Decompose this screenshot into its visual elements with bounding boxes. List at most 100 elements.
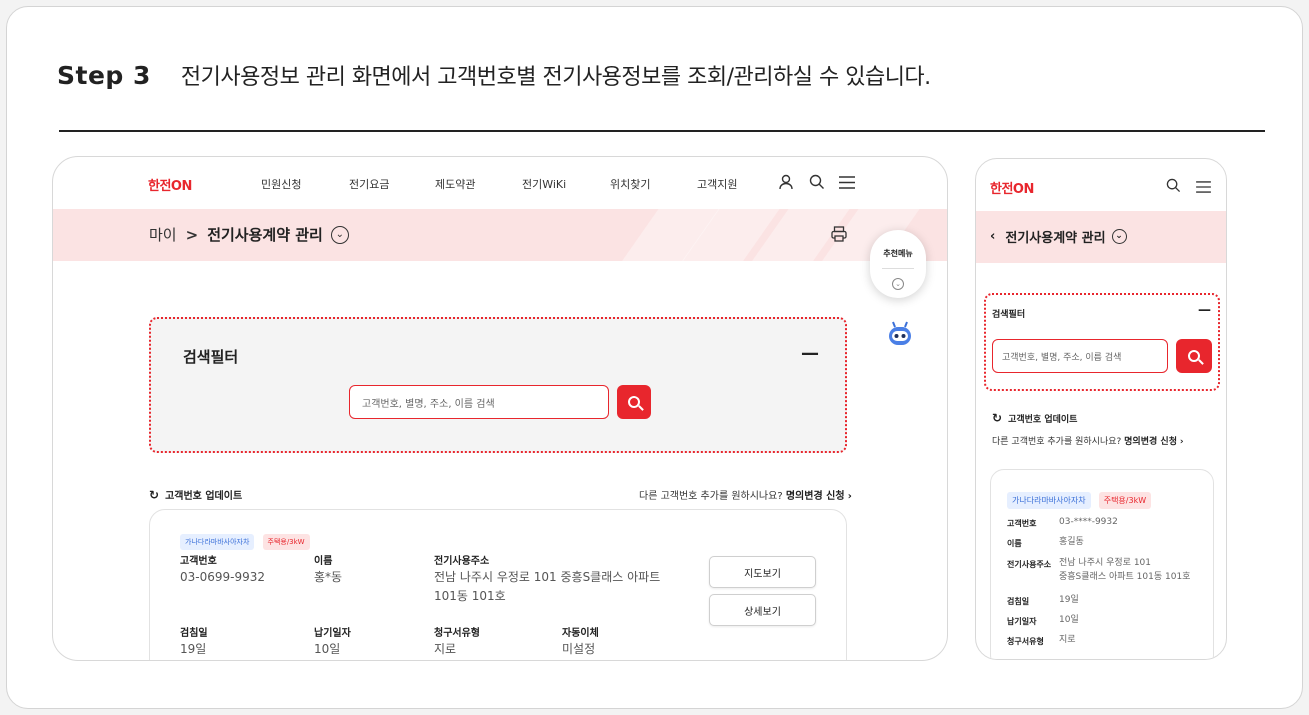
chevron-down-icon[interactable]: ⌄ <box>330 225 349 244</box>
nickname-badge: 가나다라마바사아자차 <box>1007 492 1091 509</box>
name-label: 이름 <box>314 556 333 567</box>
search-icon[interactable] <box>809 174 825 193</box>
filter-title: 검색필터 <box>183 348 239 366</box>
search-input[interactable]: 고객번호, 별명, 주소, 이름 검색 <box>992 339 1168 373</box>
name-change-request[interactable]: 다른 고객번호 추가를 원하시나요? 명의변경 신청 › <box>992 434 1184 447</box>
logo-text: 한전 <box>148 179 171 194</box>
request-question: 다른 고객번호 추가를 원하시나요? <box>992 437 1122 447</box>
customer-card: 가나다라마바사아자차 주택용/3kW 고객번호 03-0699-9932 이름 … <box>149 509 847 660</box>
contract-type-badge: 주택용/3kW <box>262 534 310 550</box>
mobile-breadcrumb-band: ‹ 전기사용계약 관리 ⌄ <box>976 211 1226 263</box>
logo-on: ON <box>1012 182 1034 197</box>
auto-pay-value: 미설정 <box>562 642 596 656</box>
name-change-request[interactable]: 다른 고객번호 추가를 원하시나요? 명의변경 신청 › <box>639 487 852 502</box>
refresh-icon: ↻ <box>149 487 160 502</box>
desktop-screen: 한전ON 민원신청 전기요금 제도약관 전기WiKi 위치찾기 고객지원 마이 … <box>52 156 948 661</box>
print-icon[interactable] <box>831 226 847 245</box>
step-header: Step 3 전기사용정보 관리 화면에서 고객번호별 전기사용정보를 조회/관… <box>57 59 931 91</box>
breadcrumb-current: 전기사용계약 관리 <box>1005 231 1106 246</box>
desktop-nav: 한전ON 민원신청 전기요금 제도약관 전기WiKi 위치찾기 고객지원 <box>53 157 947 209</box>
nickname-badge: 가나다라마바사아자차 <box>180 534 255 550</box>
collapse-icon[interactable]: — <box>1198 303 1211 318</box>
nav-item-wiki[interactable]: 전기WiKi <box>522 176 566 192</box>
breadcrumb-current: 전기사용계약 관리 <box>207 226 323 244</box>
nav-item-terms[interactable]: 제도약관 <box>435 176 475 192</box>
badge-row: 가나다라마바사아자차 주택용/3kW <box>180 529 313 550</box>
search-icon <box>628 396 640 408</box>
logo-text: 한전 <box>990 182 1013 197</box>
customer-no-label: 고객번호 <box>180 556 217 567</box>
detail-view-button[interactable]: 상세보기 <box>709 594 816 626</box>
customer-update-link[interactable]: ↻ 고객번호 업데이트 <box>992 411 1077 425</box>
address-value: 전남 나주시 우정로 101 중흥S클래스 아파트 101동 101호 <box>434 570 661 603</box>
breadcrumb: 마이 > 전기사용계약 관리 ⌄ <box>149 224 349 245</box>
search-button[interactable] <box>617 385 651 419</box>
back-icon[interactable]: ‹ <box>990 229 995 244</box>
address-label: 전기사용주소 <box>1007 560 1052 569</box>
address-line2: 중흥S클래스 아파트 101동 101호 <box>1059 572 1191 582</box>
request-link[interactable]: 명의변경 신청 <box>1124 437 1177 447</box>
bill-type-label: 청구서유형 <box>1007 637 1044 646</box>
breadcrumb-band: 마이 > 전기사용계약 관리 ⌄ <box>53 209 947 261</box>
search-input[interactable]: 고객번호, 별명, 주소, 이름 검색 <box>349 385 609 419</box>
recommend-menu-widget[interactable]: 추천메뉴 ⌄ <box>870 230 926 298</box>
due-day-label: 납기일자 <box>1007 617 1037 626</box>
chevron-right-icon: › <box>1179 437 1184 447</box>
breadcrumb-separator: > <box>185 225 199 244</box>
nav-item-rates[interactable]: 전기요금 <box>349 176 389 192</box>
search-icon[interactable] <box>1166 178 1181 196</box>
bill-type-value: 지로 <box>1059 635 1076 645</box>
kepco-on-logo[interactable]: 한전ON <box>148 175 192 194</box>
meter-day-value: 19일 <box>180 642 207 656</box>
hamburger-icon[interactable] <box>1196 180 1211 196</box>
request-link[interactable]: 명의변경 신청 <box>786 491 845 502</box>
update-label: 고객번호 업데이트 <box>165 491 243 502</box>
customer-no-value: 03-0699-9932 <box>180 570 266 584</box>
customer-no-label: 고객번호 <box>1007 519 1037 528</box>
contract-type-badge: 주택용/3kW <box>1098 492 1152 509</box>
breadcrumb-parent[interactable]: 마이 <box>149 224 177 245</box>
mobile-customer-card: 가나다라마바사아자차 주택용/3kW 고객번호 03-****-9932 이름 … <box>990 469 1214 659</box>
refresh-icon: ↻ <box>992 411 1003 425</box>
kepco-on-logo[interactable]: 한전ON <box>990 178 1034 197</box>
hamburger-icon[interactable] <box>839 176 855 192</box>
search-filter-panel: 검색필터 — 고객번호, 별명, 주소, 이름 검색 <box>149 317 847 453</box>
recommend-menu-label: 추천메뉴 <box>883 249 913 258</box>
meter-day-label: 검침일 <box>1007 597 1030 606</box>
collapse-icon[interactable]: — <box>801 343 819 364</box>
map-view-button[interactable]: 지도보기 <box>709 556 816 588</box>
step-description: 전기사용정보 관리 화면에서 고객번호별 전기사용정보를 조회/관리하실 수 있… <box>180 65 931 90</box>
chevron-down-icon[interactable]: ⌄ <box>1111 229 1127 244</box>
user-icon[interactable] <box>779 174 793 193</box>
meter-day-value: 19일 <box>1059 595 1079 605</box>
mobile-breadcrumb: ‹ 전기사용계약 관리 ⌄ <box>990 227 1127 246</box>
step-number: Step 3 <box>57 61 151 90</box>
request-question: 다른 고객번호 추가를 원하시나요? <box>639 491 783 502</box>
divider <box>882 268 914 269</box>
customer-no-value: 03-****-9932 <box>1059 517 1118 527</box>
chevron-down-icon[interactable]: ⌄ <box>892 278 904 290</box>
update-label: 고객번호 업데이트 <box>1008 414 1078 425</box>
customer-update-link[interactable]: ↻ 고객번호 업데이트 <box>149 487 243 503</box>
address-label: 전기사용주소 <box>434 556 490 567</box>
address-line1: 전남 나주시 우정로 101 <box>1059 558 1152 568</box>
mobile-search-filter-panel: 검색필터 — 고객번호, 별명, 주소, 이름 검색 <box>984 293 1220 391</box>
nav-item-complaints[interactable]: 민원신청 <box>261 176 301 192</box>
nav-item-location[interactable]: 위치찾기 <box>610 176 650 192</box>
bill-type-value: 지로 <box>434 642 457 656</box>
chatbot-robot-icon[interactable] <box>886 320 914 348</box>
name-value: 홍길동 <box>1059 537 1084 547</box>
due-day-value: 10일 <box>314 642 341 656</box>
mobile-header: 한전ON <box>976 159 1226 211</box>
search-button[interactable] <box>1176 339 1212 373</box>
search-icon <box>1188 350 1200 362</box>
bill-type-label: 청구서유형 <box>434 628 480 639</box>
auto-pay-label: 자동이체 <box>562 628 599 639</box>
due-day-label: 납기일자 <box>314 628 351 639</box>
due-day-value: 10일 <box>1059 615 1079 625</box>
logo-on: ON <box>170 179 192 194</box>
chevron-right-icon: › <box>847 491 852 502</box>
mobile-screen: 한전ON ‹ 전기사용계약 관리 ⌄ 검색필터 — 고객번호, 별명, 주소, … <box>975 158 1227 660</box>
nav-item-support[interactable]: 고객지원 <box>697 176 737 192</box>
filter-title: 검색필터 <box>992 310 1026 320</box>
